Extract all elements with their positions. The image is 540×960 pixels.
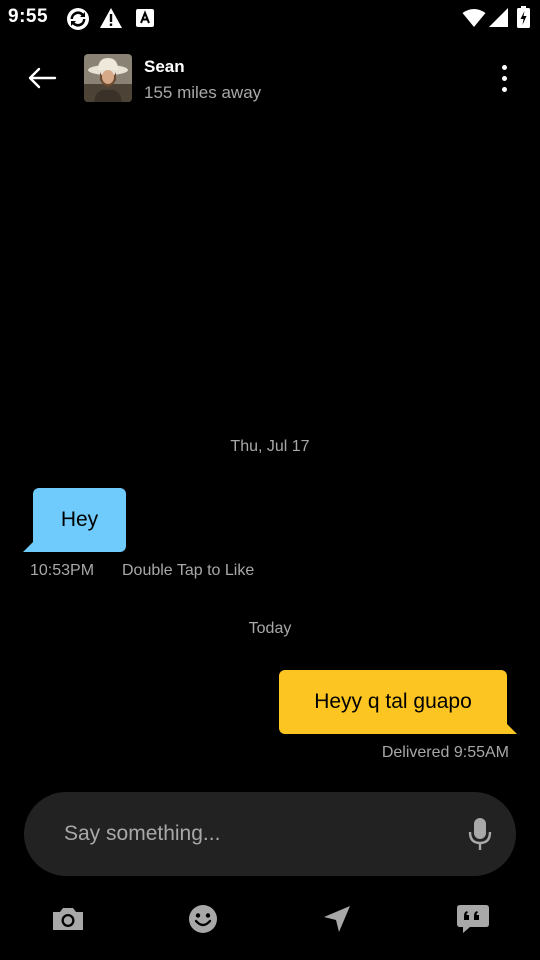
more-options-button[interactable]	[488, 58, 520, 98]
status-bar: 9:55	[0, 0, 540, 36]
location-arrow-icon	[324, 906, 350, 932]
delivery-status: Delivered 9:55AM	[381, 744, 509, 761]
date-separator: Thu, Jul 17	[230, 438, 310, 455]
saved-phrases-button[interactable]	[453, 900, 493, 938]
status-time: 9:55	[8, 6, 49, 27]
message-composer	[24, 792, 516, 876]
contact-distance: 155 miles away	[144, 83, 262, 102]
voice-message-button[interactable]	[466, 816, 494, 852]
signal-icon	[489, 8, 509, 33]
outgoing-message-bubble[interactable]: Heyy q tal guapo	[279, 670, 507, 734]
more-vertical-icon	[501, 64, 507, 70]
date-separator: Today	[248, 620, 292, 637]
back-button[interactable]	[22, 60, 62, 96]
sync-icon	[66, 7, 90, 36]
emoji-icon	[189, 905, 217, 933]
attachment-toolbar	[0, 890, 540, 950]
microphone-icon	[468, 818, 492, 850]
saved-phrases-icon	[457, 905, 489, 933]
battery-icon	[517, 6, 530, 33]
app-a-icon	[136, 9, 154, 32]
message-timestamp: 10:53PM	[30, 562, 95, 579]
message-input[interactable]	[64, 792, 444, 876]
avatar[interactable]	[84, 54, 132, 102]
warning-icon	[99, 7, 123, 34]
chat-header: Sean 155 miles away	[0, 40, 540, 116]
incoming-message-bubble[interactable]: Hey	[33, 488, 126, 552]
emoji-button[interactable]	[183, 900, 223, 938]
wifi-icon	[462, 8, 486, 33]
message-text: Hey	[60, 508, 99, 531]
message-text: Heyy q tal guapo	[314, 690, 472, 713]
arrow-left-icon	[28, 67, 57, 89]
double-tap-hint: Double Tap to Like	[122, 562, 255, 579]
contact-name[interactable]: Sean	[144, 57, 185, 77]
share-location-button[interactable]	[317, 900, 357, 938]
camera-button[interactable]	[48, 900, 88, 938]
camera-icon	[53, 908, 83, 930]
